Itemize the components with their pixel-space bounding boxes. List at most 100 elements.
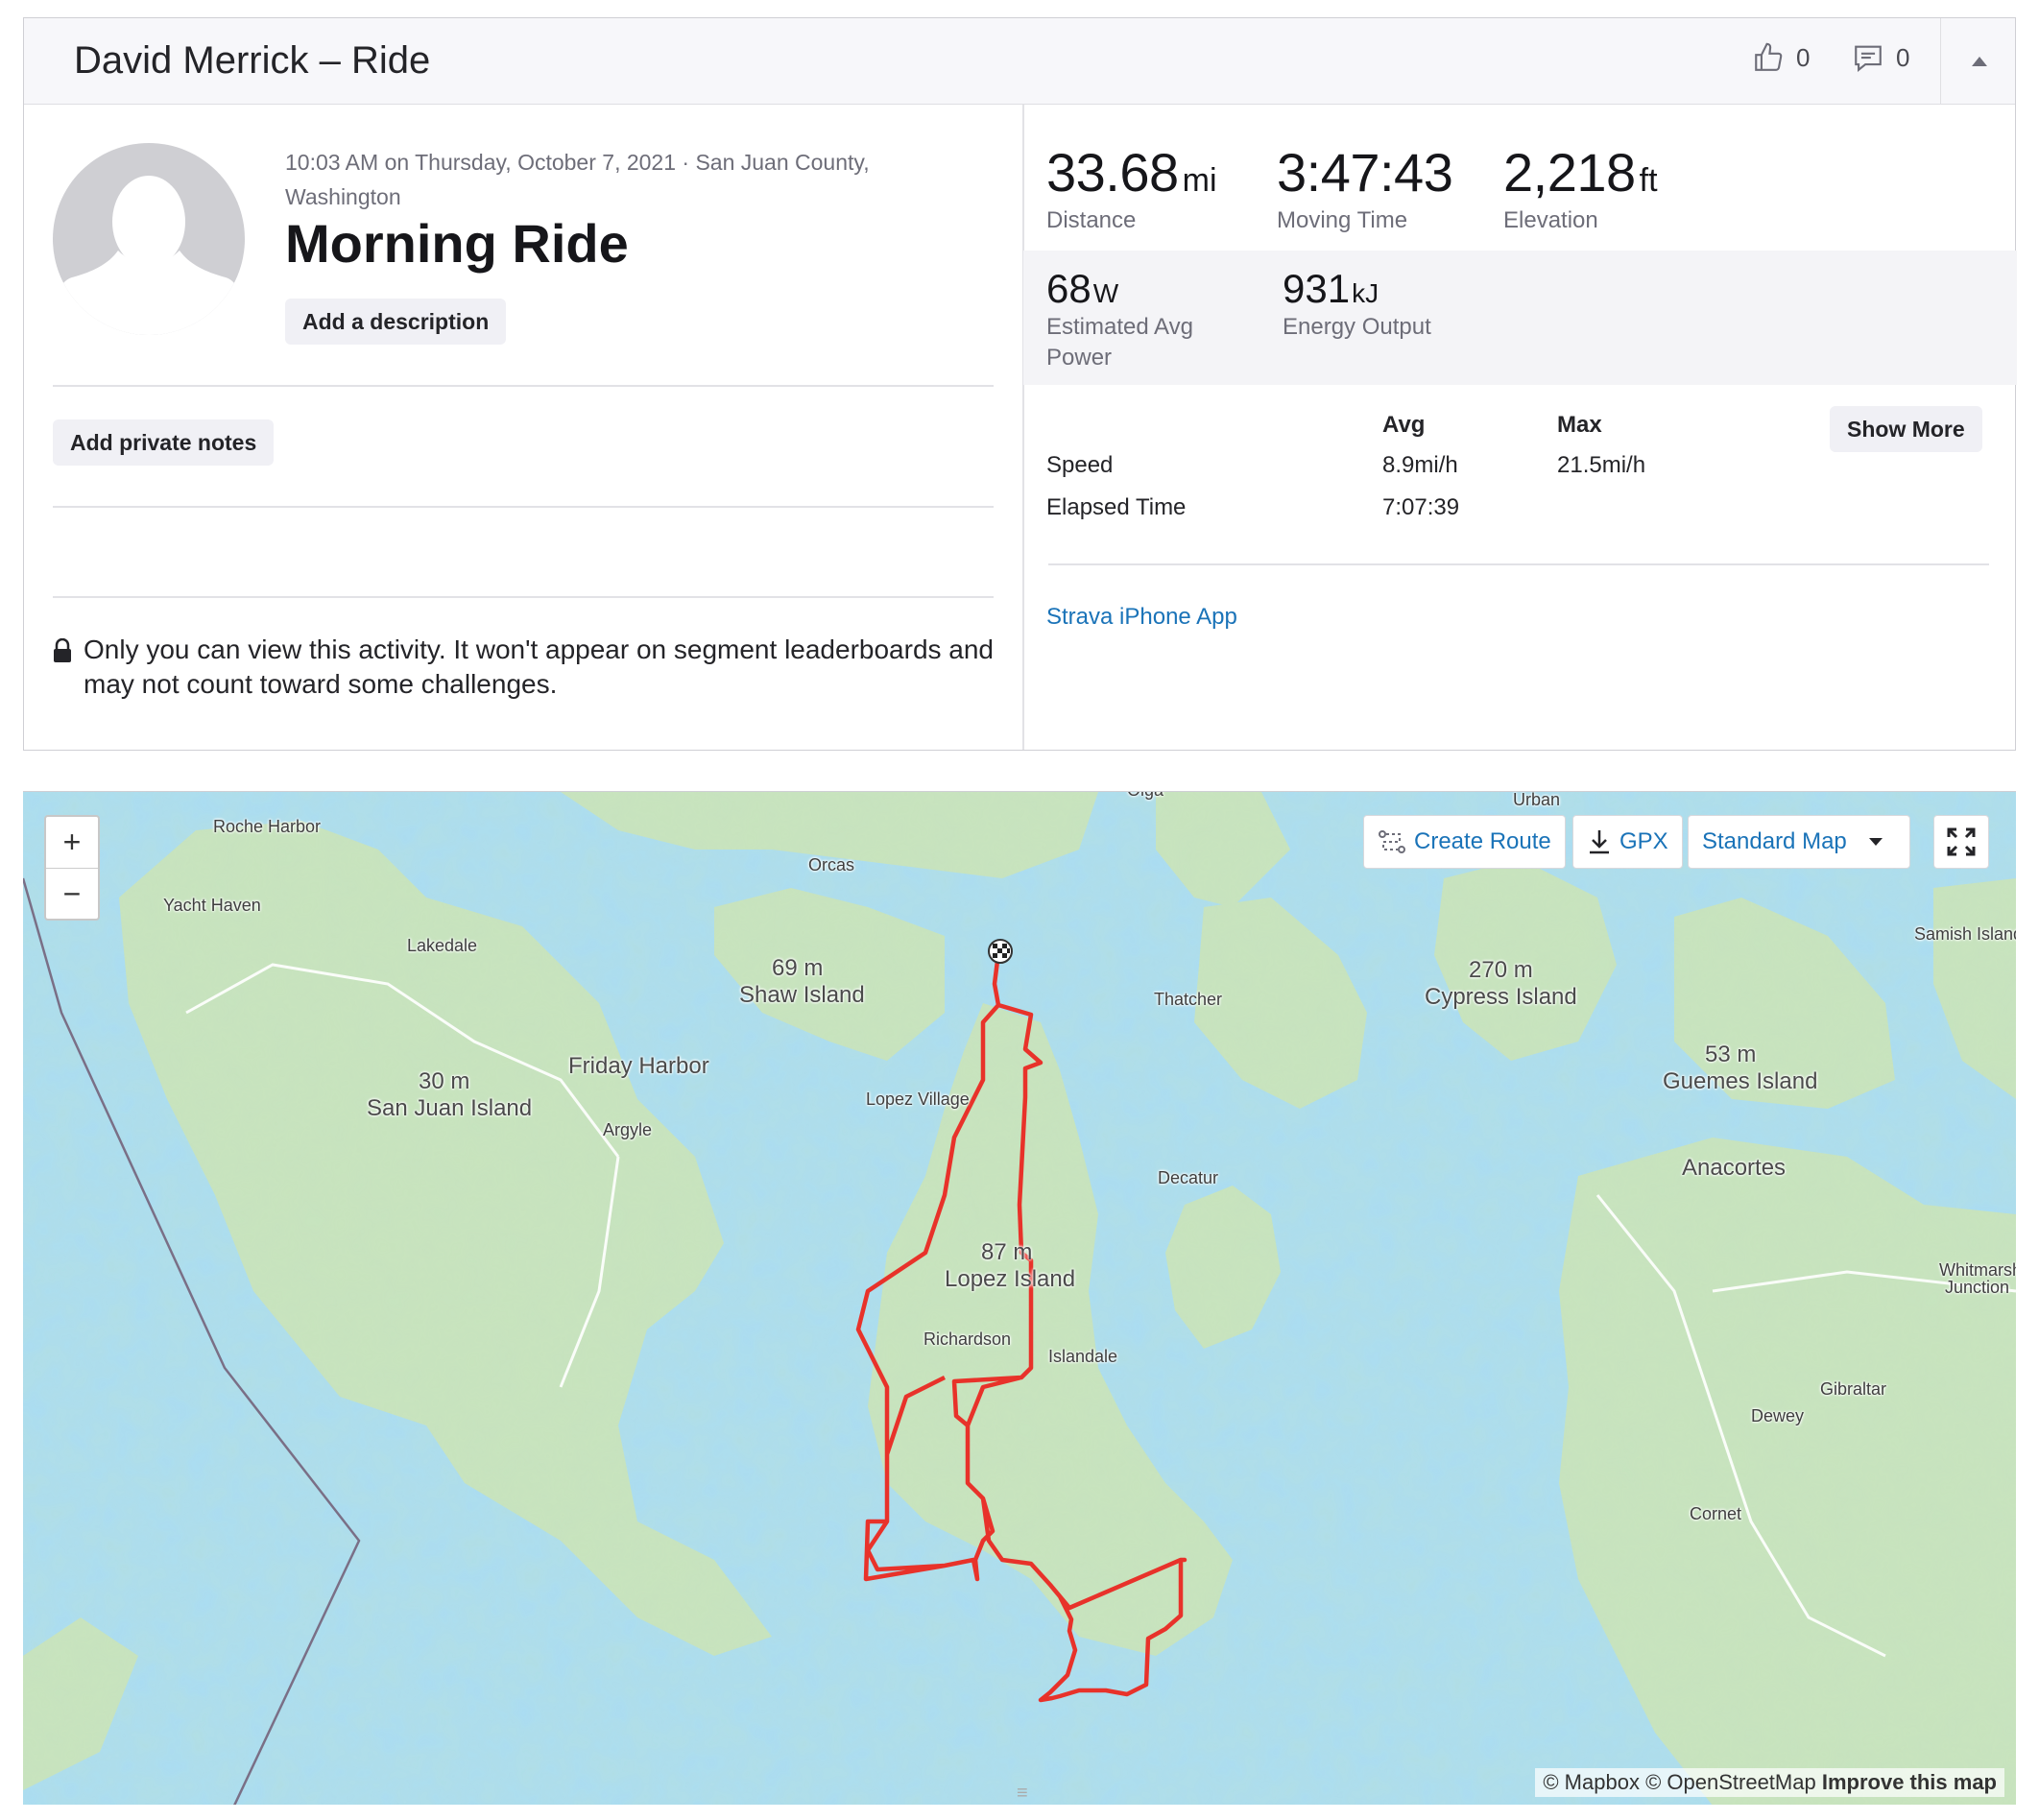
fullscreen-icon <box>1947 827 1976 856</box>
elevation-unit: ft <box>1639 162 1658 199</box>
elevation-label: Elevation <box>1503 207 1598 233</box>
distance-value: 33.68 <box>1046 142 1179 203</box>
moving-time-label: Moving Time <box>1277 207 1408 233</box>
secondary-stats: 68W Estimated Avg Power 931kJ Energy Out… <box>1023 251 2017 385</box>
activity-stats: 33.68 mi Distance 3:47:43 Moving Time 2,2… <box>1023 105 2017 750</box>
place-san-juan-island: San Juan Island <box>367 1095 533 1121</box>
show-more-button[interactable]: Show More <box>1830 406 1982 452</box>
lock-icon <box>54 638 71 662</box>
power-label: Estimated Avg Power <box>1046 314 1193 371</box>
divider <box>53 596 994 598</box>
place-shaw-elevation: 69 m <box>772 955 824 981</box>
place-san-juan-elevation: 30 m <box>419 1068 470 1094</box>
resize-grip-icon[interactable]: ≡ <box>1017 1783 1036 1805</box>
attribution-improve[interactable]: Improve this map <box>1822 1770 1997 1794</box>
distance-label: Distance <box>1046 207 1137 233</box>
download-icon <box>1590 830 1609 854</box>
place-cypress-island: Cypress Island <box>1425 984 1577 1010</box>
activity-datetime-location: 10:03 AM on Thursday, October 7, 2021 · … <box>285 150 870 209</box>
avatar[interactable] <box>53 143 245 335</box>
energy-unit: kJ <box>1352 278 1379 308</box>
thumbs-up-icon <box>1755 42 1783 71</box>
elevation-value: 2,218 <box>1503 142 1636 203</box>
place-roche-harbor: Roche Harbor <box>213 817 322 836</box>
zoom-in-button[interactable]: + <box>46 817 98 868</box>
comment-count: 0 <box>1896 42 1910 72</box>
zoom-out-button[interactable]: − <box>46 868 98 919</box>
fullscreen-button[interactable] <box>1933 815 1989 869</box>
kudos-button[interactable]: 0 <box>1752 41 1810 74</box>
privacy-notice-text: Only you can view this activity. It won'… <box>84 635 995 699</box>
zoom-control: + − <box>44 815 100 921</box>
gpx-label: GPX <box>1619 828 1668 854</box>
speed-avg: 8.9mi/h <box>1382 452 1458 478</box>
activity-summary: 10:03 AM on Thursday, October 7, 2021 · … <box>24 105 1022 750</box>
row-label-elapsed-time: Elapsed Time <box>1046 494 1187 520</box>
place-argyle: Argyle <box>603 1120 653 1139</box>
collapse-button[interactable] <box>1940 18 2017 105</box>
place-olga: Olga <box>1127 792 1163 801</box>
stat-elevation: 2,218 ft Elevation <box>1503 141 1658 234</box>
caret-up-icon <box>1971 57 1987 66</box>
divider <box>1048 563 1989 565</box>
add-description-button[interactable]: Add a description <box>285 299 507 345</box>
activity-header-title: David Merrick – Ride <box>74 39 431 82</box>
kudos-count: 0 <box>1796 42 1811 72</box>
comment-icon <box>1855 45 1882 72</box>
place-guemes-island: Guemes Island <box>1663 1068 1818 1094</box>
stat-power: 68W Estimated Avg Power <box>1046 266 1238 373</box>
place-cornet: Cornet <box>1690 1504 1742 1523</box>
map-style-select[interactable]: Standard Map <box>1688 815 1910 869</box>
place-lopez-elevation: 87 m <box>981 1239 1033 1265</box>
create-route-button[interactable]: Create Route <box>1363 815 1566 869</box>
distance-unit: mi <box>1182 162 1217 199</box>
activity-name: Morning Ride <box>285 213 629 274</box>
map-attribution: © Mapbox © OpenStreetMap Improve this ma… <box>1535 1768 2004 1797</box>
place-thatcher: Thatcher <box>1154 990 1223 1009</box>
divider <box>53 506 994 508</box>
place-anacortes: Anacortes <box>1682 1155 1787 1181</box>
stat-energy: 931kJ Energy Output <box>1283 266 1494 343</box>
power-value: 68 <box>1046 266 1091 311</box>
place-guemes-elevation: 53 m <box>1705 1042 1757 1067</box>
place-lakedale: Lakedale <box>407 936 478 955</box>
user-silhouette-icon <box>53 176 245 335</box>
place-orcas: Orcas <box>808 855 855 874</box>
energy-value: 931 <box>1283 266 1351 311</box>
place-whitmarsh-junction: Junction <box>1945 1278 2010 1297</box>
energy-label: Energy Output <box>1283 314 1431 340</box>
route-icon <box>1379 830 1405 853</box>
activity-header: David Merrick – Ride 0 0 <box>24 18 2015 105</box>
device-link[interactable]: Strava iPhone App <box>1046 604 1237 631</box>
map-style-label: Standard Map <box>1702 828 1847 854</box>
gpx-download-button[interactable]: GPX <box>1572 815 1683 869</box>
place-samish-island: Samish Island <box>1914 924 2016 944</box>
place-decatur: Decatur <box>1158 1168 1219 1187</box>
map-tiles[interactable] <box>23 792 2016 1805</box>
stat-moving-time: 3:47:43 Moving Time <box>1277 141 1453 234</box>
power-unit: W <box>1092 278 1119 308</box>
speed-max: 21.5mi/h <box>1557 452 1646 478</box>
route-map[interactable]: Roche Harbor Yacht Haven Lakedale Orcas … <box>23 791 2016 1805</box>
place-lopez-village: Lopez Village <box>866 1090 970 1109</box>
finish-flag-icon <box>988 939 1013 964</box>
place-urban: Urban <box>1513 791 1561 809</box>
activity-card: David Merrick – Ride 0 0 10:03 AM on Thu… <box>23 17 2017 751</box>
place-friday-harbor: Friday Harbor <box>568 1053 709 1079</box>
add-private-notes-button[interactable]: Add private notes <box>53 419 275 466</box>
place-dewey: Dewey <box>1751 1406 1805 1425</box>
create-route-label: Create Route <box>1414 828 1551 854</box>
elapsed-time-avg: 7:07:39 <box>1382 494 1460 520</box>
chevron-down-icon <box>1868 838 1883 846</box>
place-yacht-haven: Yacht Haven <box>163 896 261 915</box>
place-cypress-elevation: 270 m <box>1469 957 1533 983</box>
comments-button[interactable]: 0 <box>1852 41 1909 74</box>
privacy-notice: Only you can view this activity. It won'… <box>53 633 1003 702</box>
stat-distance: 33.68 mi Distance <box>1046 141 1217 234</box>
place-richardson: Richardson <box>924 1329 1012 1349</box>
place-shaw-island: Shaw Island <box>739 982 865 1008</box>
attribution-osm[interactable]: © OpenStreetMap <box>1645 1770 1816 1794</box>
attribution-mapbox[interactable]: © Mapbox <box>1543 1770 1640 1794</box>
place-gibraltar: Gibraltar <box>1820 1379 1887 1399</box>
moving-time-value: 3:47:43 <box>1277 142 1453 203</box>
